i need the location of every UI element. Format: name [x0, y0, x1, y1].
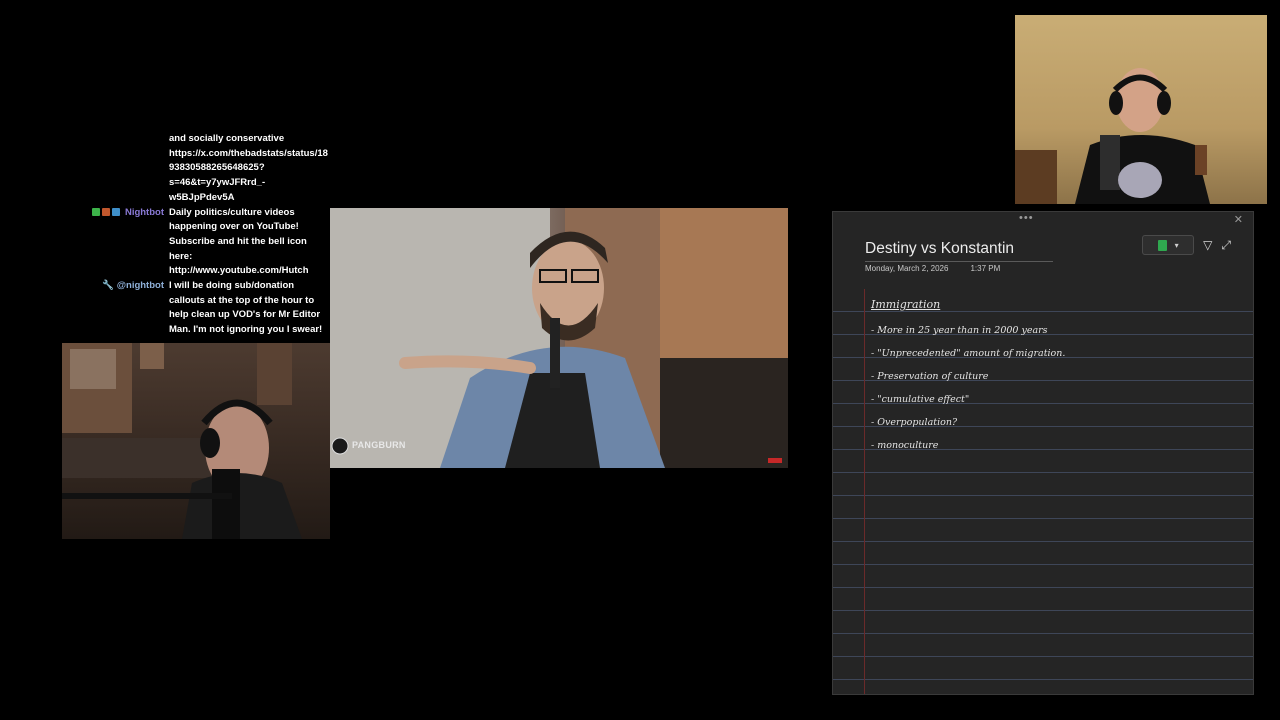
note-item: - More in 25 year than in 2000 years — [871, 325, 1048, 336]
chat-username: @nightbot — [116, 280, 164, 292]
chat-text: I will be doing sub/donation callouts at… — [169, 280, 323, 336]
chat-message: Nightbot Daily politics/culture videos h… — [80, 206, 330, 280]
badge-icon — [102, 207, 111, 216]
note-item: - "cumulative effect" — [871, 394, 970, 405]
chat-message: 🔧 @nightbot I will be doing sub/donation… — [80, 279, 330, 338]
chat-user-block: Nightbot — [80, 206, 169, 280]
page-date: Monday, March 2, 2026 — [865, 264, 949, 273]
video-watermark: PANGBURN — [352, 440, 406, 450]
window-drag-handle[interactable]: ••• — [1019, 212, 1034, 224]
chat-message: and socially conservative https://x.com/… — [80, 132, 330, 206]
badge-icon — [92, 207, 101, 216]
chat-overlay: and socially conservative https://x.com/… — [80, 132, 330, 338]
host-webcam-image — [62, 343, 302, 539]
notebook-selector-button[interactable]: ▾ — [1142, 235, 1195, 255]
chevron-down-icon: ▾ — [1174, 240, 1179, 250]
note-item: - "Unprecedented" amount of migration. — [871, 348, 1066, 359]
chat-username — [80, 132, 169, 206]
notes-window[interactable]: ••• ✕ ▾ ▽ ⤢ Destiny vs Konstantin Monday… — [832, 211, 1254, 695]
notes-heading: Immigration — [871, 298, 941, 311]
page-meta: Monday, March 2, 2026 1:37 PM — [865, 264, 1000, 273]
chat-username: Nightbot — [124, 206, 164, 218]
page-title[interactable]: Destiny vs Konstantin — [865, 240, 1053, 262]
main-video: PANGBURN — [330, 208, 788, 468]
close-icon[interactable]: ✕ — [1234, 213, 1243, 226]
margin-line — [864, 289, 865, 694]
handwritten-notes: Immigration - More in 25 year than in 20… — [871, 298, 1065, 457]
badge-icon — [112, 207, 121, 216]
chat-text: and socially conservative https://x.com/… — [169, 133, 328, 203]
chat-text: Daily politics/culture videos happening … — [169, 206, 309, 277]
host-webcam — [62, 343, 330, 539]
note-item: - Preservation of culture — [871, 371, 989, 382]
wrench-icon: 🔧 — [102, 280, 115, 292]
video-frame-image — [330, 208, 788, 468]
page-time: 1:37 PM — [970, 264, 1001, 273]
note-item: - Overpopulation? — [871, 417, 958, 428]
notebook-icon — [1157, 239, 1167, 251]
notes-toolbar: ▾ ▽ ⤢ — [1142, 235, 1231, 255]
guest-webcam-image — [1015, 68, 1210, 204]
note-item: - monoculture — [871, 440, 939, 451]
guest-webcam — [1015, 15, 1267, 204]
pen-icon[interactable]: ▽ — [1203, 238, 1212, 252]
chat-user-block: 🔧 @nightbot — [80, 279, 169, 338]
expand-icon[interactable]: ⤢ — [1221, 238, 1231, 253]
